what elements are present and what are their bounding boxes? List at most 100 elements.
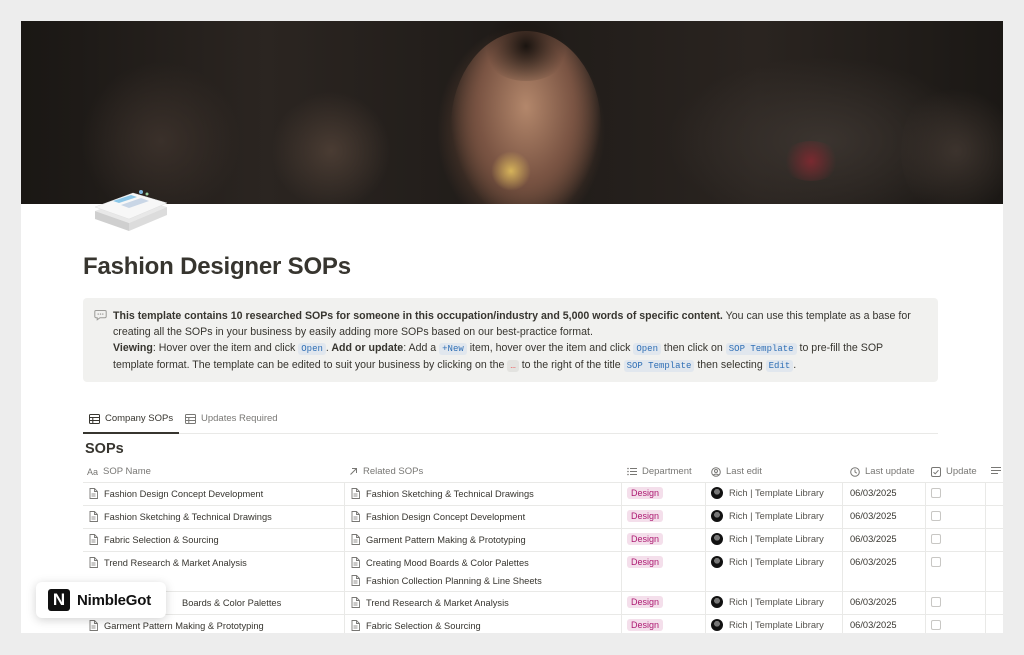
department-cell[interactable]: Design: [627, 533, 664, 545]
database-title[interactable]: SOPs: [85, 441, 124, 457]
department-cell[interactable]: Design: [627, 596, 664, 608]
sop-name: Trend Research & Market Analysis: [104, 557, 247, 568]
update-checkbox[interactable]: [931, 534, 941, 544]
column-header-related-sops[interactable]: Related SOPs: [349, 466, 423, 477]
avatar: [711, 596, 723, 608]
column-header-last-update[interactable]: Last update: [850, 466, 915, 477]
end-period: .: [793, 359, 797, 371]
editor-name: Rich | Template Library: [729, 620, 824, 630]
tab-updates-required[interactable]: Updates Required: [185, 413, 278, 424]
table-row[interactable]: Garment Pattern Making & Prototyping Fabr…: [83, 615, 1003, 633]
column-divider: [925, 506, 926, 528]
department-cell[interactable]: Design: [627, 487, 664, 499]
update-checkbox[interactable]: [931, 488, 941, 498]
editor-name: Rich | Template Library: [729, 488, 824, 498]
checkbox[interactable]: [931, 488, 941, 498]
sop-name: Fashion Sketching & Technical Drawings: [104, 511, 272, 522]
related-sop-title: Fashion Design Concept Development: [366, 511, 526, 522]
last-edit-cell[interactable]: Rich | Template Library: [711, 533, 824, 545]
info-callout[interactable]: This template contains 10 researched SOP…: [83, 298, 938, 382]
column-divider: [985, 529, 986, 551]
table-row[interactable]: Trend Research & Market Analysis Creating…: [83, 552, 1003, 592]
callout-instructions: Viewing: Hover over the item and click O…: [113, 340, 926, 374]
column-divider: [621, 552, 622, 591]
related-sop-link[interactable]: Trend Research & Market Analysis: [351, 597, 509, 608]
code-dots: …: [507, 360, 519, 372]
column-divider: [705, 529, 706, 551]
speech-bubble-icon: [94, 309, 107, 321]
page-doc-icon: [351, 575, 360, 586]
avatar: [711, 556, 723, 568]
table-icon: [185, 413, 196, 424]
related-sop-link[interactable]: Fashion Sketching & Technical Drawings: [351, 488, 534, 499]
text-lines-icon: [991, 466, 1001, 475]
column-header-last-edit[interactable]: Last edit: [711, 466, 762, 477]
column-divider: [621, 506, 622, 528]
column-label: Last update: [865, 466, 915, 477]
department-tag: Design: [627, 510, 664, 522]
department-tag: Design: [627, 596, 664, 608]
list-icon: [627, 467, 637, 476]
code-edit: Edit: [765, 360, 794, 372]
update-checkbox[interactable]: [931, 511, 941, 521]
related-sop-link[interactable]: Fabric Selection & Sourcing: [351, 620, 481, 631]
checkbox[interactable]: [931, 511, 941, 521]
checkbox[interactable]: [931, 534, 941, 544]
last-edit-cell[interactable]: Rich | Template Library: [711, 596, 824, 608]
column-divider: [621, 592, 622, 614]
related-sop-link[interactable]: Fashion Collection Planning & Line Sheet…: [351, 575, 542, 586]
table-row[interactable]: Boards & Color Palettes Trend Research & …: [83, 592, 1003, 615]
sop-name-cell[interactable]: Fabric Selection & Sourcing: [89, 534, 219, 545]
column-header-update[interactable]: Update: [931, 466, 977, 477]
department-cell[interactable]: Design: [627, 619, 664, 631]
checkbox[interactable]: [931, 597, 941, 607]
last-update-cell: 06/03/2025: [850, 534, 897, 544]
page-icon-documents[interactable]: [91, 181, 169, 233]
update-checkbox[interactable]: [931, 597, 941, 607]
column-divider: [621, 615, 622, 633]
related-sop-link[interactable]: Creating Mood Boards & Color Palettes: [351, 557, 529, 568]
related-sop-link[interactable]: Garment Pattern Making & Prototyping: [351, 534, 526, 545]
page-doc-icon: [89, 620, 98, 631]
editor-name: Rich | Template Library: [729, 597, 824, 607]
checkbox[interactable]: [931, 557, 941, 567]
department-cell[interactable]: Design: [627, 556, 664, 568]
column-divider: [925, 615, 926, 633]
column-header-department[interactable]: Department: [627, 466, 692, 477]
column-header-sop-name[interactable]: Aa SOP Name: [87, 466, 151, 477]
table-row[interactable]: Fashion Sketching & Technical Drawings Fa…: [83, 506, 1003, 529]
sop-name-cell[interactable]: Fashion Sketching & Technical Drawings: [89, 511, 272, 522]
nimblegot-badge[interactable]: N NimbleGot: [36, 582, 166, 618]
column-divider: [842, 592, 843, 614]
then-selecting-text: then selecting: [694, 359, 766, 371]
table-row[interactable]: Fashion Design Concept Development Fashio…: [83, 483, 1003, 506]
column-label: Related SOPs: [363, 466, 424, 477]
column-divider: [925, 592, 926, 614]
avatar: [711, 510, 723, 522]
update-checkbox[interactable]: [931, 620, 941, 630]
last-update-cell: 06/03/2025: [850, 511, 897, 521]
notion-page: Fashion Designer SOPs This template cont…: [21, 21, 1003, 633]
checkbox[interactable]: [931, 620, 941, 630]
tab-company-sops[interactable]: Company SOPs: [89, 413, 173, 424]
department-cell[interactable]: Design: [627, 510, 664, 522]
sop-name-cell[interactable]: Fashion Design Concept Development: [89, 488, 263, 499]
table-row[interactable]: Fabric Selection & Sourcing Garment Patte…: [83, 529, 1003, 552]
column-header-more[interactable]: [991, 466, 1001, 475]
update-checkbox[interactable]: [931, 557, 941, 567]
last-edit-cell[interactable]: Rich | Template Library: [711, 619, 824, 631]
sops-table: Aa SOP Name Related SOPs Department Last…: [83, 461, 1003, 633]
last-edit-cell[interactable]: Rich | Template Library: [711, 487, 824, 499]
page-title[interactable]: Fashion Designer SOPs: [83, 253, 351, 281]
sop-name-cell[interactable]: Garment Pattern Making & Prototyping: [89, 620, 264, 631]
avatar: [711, 619, 723, 631]
cover-image[interactable]: [21, 21, 1003, 204]
tab-label: Updates Required: [201, 413, 278, 424]
related-sop-title: Garment Pattern Making & Prototyping: [366, 534, 526, 545]
column-divider: [842, 483, 843, 505]
sop-name-cell[interactable]: Trend Research & Market Analysis: [89, 557, 247, 568]
related-sop-link[interactable]: Fashion Design Concept Development: [351, 511, 525, 522]
page-doc-icon: [89, 488, 98, 499]
last-edit-cell[interactable]: Rich | Template Library: [711, 510, 824, 522]
last-edit-cell[interactable]: Rich | Template Library: [711, 556, 824, 568]
